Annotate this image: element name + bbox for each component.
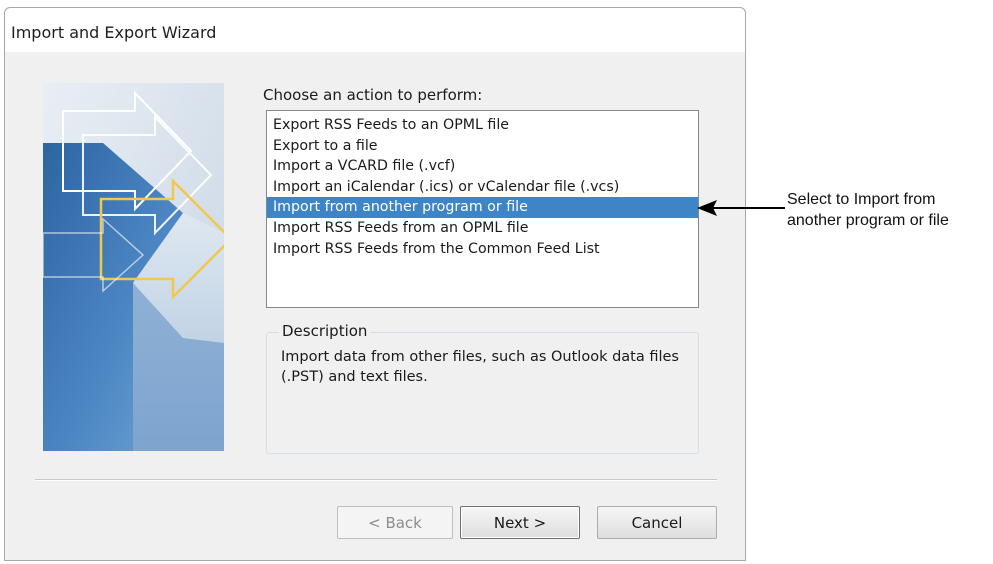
description-groupbox: Description Import data from other files… — [266, 322, 699, 454]
list-item[interactable]: Export RSS Feeds to an OPML file — [267, 115, 698, 136]
import-export-dialog: Import and Export Wizard Choose an actio… — [4, 7, 746, 561]
callout-annotation: Select to Import from another program or… — [787, 189, 991, 231]
callout-line-2: another program or file — [787, 212, 949, 229]
cancel-button[interactable]: Cancel — [597, 506, 717, 539]
list-item[interactable]: Import RSS Feeds from the Common Feed Li… — [267, 239, 698, 260]
list-item-selected[interactable]: Import from another program or file — [267, 197, 698, 218]
description-text: Import data from other files, such as Ou… — [281, 349, 679, 385]
dialog-title: Import and Export Wizard — [11, 23, 217, 42]
action-prompt-label: Choose an action to perform: — [263, 86, 483, 104]
callout-arrow-icon — [697, 200, 785, 216]
wizard-arrows-illustration — [43, 83, 224, 451]
list-item[interactable]: Export to a file — [267, 136, 698, 157]
dialog-body: Choose an action to perform: Export RSS … — [5, 52, 745, 560]
next-button[interactable]: Next > — [460, 506, 580, 539]
description-legend: Description — [279, 322, 371, 340]
action-listbox[interactable]: Export RSS Feeds to an OPML file Export … — [266, 110, 699, 308]
list-item[interactable]: Import a VCARD file (.vcf) — [267, 156, 698, 177]
back-button[interactable]: < Back — [337, 506, 453, 539]
wizard-graphic — [43, 83, 224, 451]
list-item[interactable]: Import an iCalendar (.ics) or vCalendar … — [267, 177, 698, 198]
callout-line-1: Select to Import from — [787, 191, 936, 208]
dialog-titlebar: Import and Export Wizard — [5, 8, 745, 52]
list-item[interactable]: Import RSS Feeds from an OPML file — [267, 218, 698, 239]
button-separator — [35, 479, 717, 481]
